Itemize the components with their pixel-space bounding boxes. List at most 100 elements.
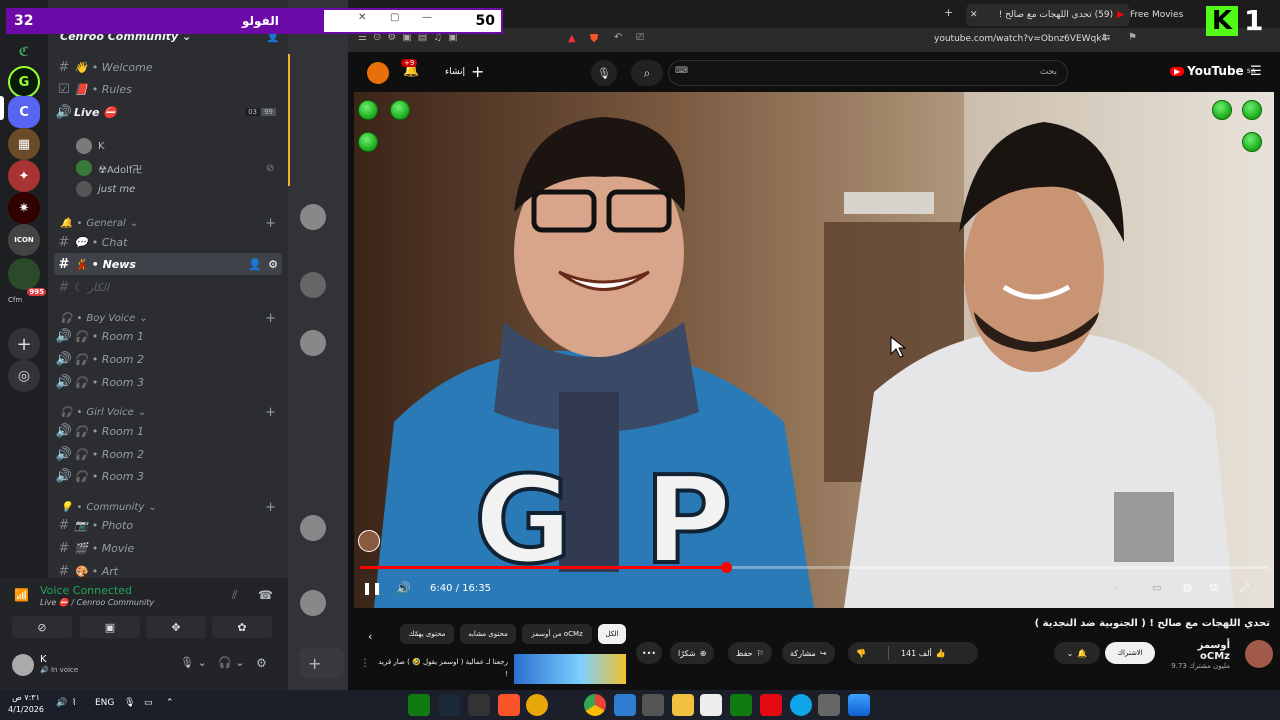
voice-connected-channel[interactable]: Live ⛔ / Cenroo Community bbox=[40, 598, 154, 607]
voice-user-adolf[interactable]: ☢Adolf卍 ⊘ bbox=[76, 160, 274, 176]
app-icon[interactable] bbox=[642, 694, 664, 716]
miniplayer-icon[interactable]: ⧉ bbox=[1210, 578, 1218, 598]
share-button[interactable]: مشاركة ↪ bbox=[782, 642, 835, 664]
voice-room-boy-1[interactable]: 🔊 🎧 • Room 1 bbox=[54, 325, 282, 347]
maximize-icon[interactable]: ▢ bbox=[390, 12, 399, 23]
like-count[interactable]: 141 ألف bbox=[901, 649, 932, 658]
netflix-app-icon[interactable] bbox=[760, 694, 782, 716]
category-girl-voice[interactable]: 🎧 • Girl Voice ⌄ bbox=[60, 407, 146, 418]
more-actions-button[interactable]: ••• bbox=[636, 642, 662, 664]
menu-icon[interactable]: ☰ bbox=[1250, 64, 1262, 79]
voice-room-girl-3[interactable]: 🔊 🎧 • Room 3 bbox=[54, 465, 282, 487]
edge-app-icon[interactable] bbox=[790, 694, 812, 716]
settings-app-icon[interactable] bbox=[818, 694, 840, 716]
server-icon-anime[interactable]: ✦ bbox=[8, 160, 40, 192]
save-button[interactable]: حفظ ⚐ bbox=[728, 642, 772, 664]
video-player[interactable]: G P ❚❚ 🔊 6:40 / 16:35 ⏸ ▭ ⚙ ⧉ ⤢ bbox=[354, 92, 1274, 608]
chip-similar[interactable]: محتوى مشابه bbox=[460, 624, 516, 644]
user-avatar[interactable] bbox=[12, 654, 34, 676]
chips-prev-icon[interactable]: ‹ bbox=[368, 630, 372, 643]
channel-movie[interactable]: # 🎬 • Movie bbox=[54, 537, 282, 559]
channel-avatar[interactable] bbox=[1245, 640, 1273, 668]
url-text[interactable]: youtube.com/watch?v=Obnz6VEWqk4 bbox=[934, 34, 1107, 44]
tab-youtube[interactable]: ✕ (59) تحدي اللهجات مع صالح ! ( ▶ bbox=[966, 4, 1130, 26]
settings-icon[interactable]: ⚙ bbox=[1182, 578, 1193, 598]
server-icon-gray[interactable]: ICON bbox=[8, 224, 40, 256]
voice-user-justme[interactable]: just me bbox=[76, 181, 135, 197]
progress-bar[interactable] bbox=[360, 562, 1268, 573]
user-settings-icon[interactable]: ⚙ bbox=[256, 656, 267, 670]
explore-icon[interactable]: ◎ bbox=[8, 360, 40, 392]
channel-art[interactable]: # 🎨 • Art bbox=[54, 560, 282, 579]
autoplay-toggle[interactable]: ⏸ bbox=[1114, 578, 1119, 598]
app-icon[interactable] bbox=[614, 694, 636, 716]
search-input[interactable]: ⌨ بحث bbox=[668, 60, 1068, 86]
mic-icon[interactable]: 🎙 bbox=[124, 698, 135, 708]
noise-suppression-icon[interactable]: ⫽ bbox=[232, 588, 237, 603]
category-community[interactable]: 💡 • Community ⌄ bbox=[60, 502, 157, 513]
disconnect-icon[interactable]: ☎ bbox=[258, 588, 273, 602]
file-explorer-icon[interactable] bbox=[672, 694, 694, 716]
extension-icon[interactable]: ▲ bbox=[568, 33, 576, 44]
tab-free-movies[interactable]: Free Movies bbox=[1124, 4, 1189, 26]
chrome-app-icon[interactable] bbox=[584, 694, 606, 716]
thanks-button[interactable]: شكرًا ⊕ bbox=[670, 642, 715, 664]
chip-from-channel[interactable]: من أوسمز oCMz bbox=[522, 624, 592, 644]
channel-rules[interactable]: ☑ 📕 • Rules bbox=[54, 78, 282, 100]
display-icon[interactable]: ▭ bbox=[144, 698, 153, 708]
clock[interactable]: ٧:٣١ ص 4/1/2026 bbox=[6, 692, 46, 716]
server-icon-red[interactable]: ✷ bbox=[8, 192, 40, 224]
chat-avatar[interactable] bbox=[300, 515, 326, 541]
channel-news[interactable]: # 💃 • News 👤 ⚙ bbox=[54, 253, 282, 275]
pause-button[interactable]: ❚❚ bbox=[362, 578, 382, 598]
share-url-icon[interactable]: ⇆ bbox=[1102, 32, 1110, 43]
channel-welcome[interactable]: # 👋 • Welcome bbox=[54, 56, 282, 78]
brave-shield-icon[interactable]: ⛊ bbox=[590, 32, 598, 46]
mic-icon[interactable]: 🎙 ⌄ bbox=[180, 656, 207, 669]
search-button[interactable]: ⌕ bbox=[631, 60, 663, 86]
voice-search-button[interactable]: 🎙 bbox=[591, 60, 617, 86]
camera-off-button[interactable]: ⊘ bbox=[12, 616, 72, 638]
chip-all[interactable]: الكل bbox=[598, 624, 626, 644]
close-tab-icon[interactable]: ✕ bbox=[970, 10, 978, 20]
subtitles-icon[interactable]: ▭ bbox=[1152, 578, 1161, 598]
steam-app-icon[interactable] bbox=[438, 694, 460, 716]
brave-app-icon[interactable] bbox=[498, 694, 520, 716]
store-app-icon[interactable] bbox=[700, 694, 722, 716]
add-channel-icon[interactable]: + bbox=[265, 311, 276, 326]
server-icon-cenroo[interactable]: C bbox=[8, 96, 40, 128]
minimize-icon[interactable]: — bbox=[422, 12, 432, 23]
channel-info[interactable]: أوسمز oCMz 9.73 مليون مشترك bbox=[1170, 640, 1230, 670]
chip-for-you[interactable]: محتوى يهمّك bbox=[400, 624, 454, 644]
activities-button[interactable]: ✥ bbox=[146, 616, 206, 638]
channel-watermark[interactable] bbox=[358, 530, 380, 552]
notifications-button[interactable]: +9 🔔 bbox=[401, 59, 419, 78]
server-icon-green[interactable]: ℭ bbox=[8, 36, 40, 68]
channel-photo[interactable]: # 📷 • Photo bbox=[54, 514, 282, 536]
voice-room-girl-2[interactable]: 🔊 🎧 • Room 2 bbox=[54, 443, 282, 465]
related-more-icon[interactable]: ⋮ bbox=[360, 658, 370, 669]
add-channel-icon[interactable]: + bbox=[265, 500, 276, 515]
chevron-up-icon[interactable]: ⌃ bbox=[166, 698, 174, 708]
screen-share-button[interactable]: ▣ bbox=[80, 616, 140, 638]
keyboard-icon[interactable]: ⌨ bbox=[675, 66, 688, 76]
add-channel-icon[interactable]: + bbox=[265, 405, 276, 420]
server-icon-badge[interactable]: 995 bbox=[8, 258, 46, 296]
invite-icon[interactable]: 👤 bbox=[248, 258, 262, 271]
bookmark-icon[interactable]: ⚑ bbox=[1128, 32, 1137, 43]
new-tab-icon[interactable]: + bbox=[944, 6, 953, 19]
add-channel-icon[interactable]: + bbox=[265, 216, 276, 231]
dislike-icon[interactable]: 👎 bbox=[856, 649, 866, 658]
close-icon[interactable]: ✕ bbox=[358, 12, 366, 23]
server-icon-minecraft[interactable]: ▦ bbox=[8, 128, 40, 160]
xbox-app-icon[interactable] bbox=[730, 694, 752, 716]
subscribe-button[interactable]: الاشتراك bbox=[1105, 642, 1155, 664]
app-icon[interactable] bbox=[526, 694, 548, 716]
chat-avatar[interactable] bbox=[300, 590, 326, 616]
gear-icon[interactable]: ⚙ bbox=[268, 258, 278, 271]
voice-user-k[interactable]: K bbox=[76, 138, 105, 154]
notification-bell-button[interactable]: ⌄ 🔔 bbox=[1054, 642, 1100, 664]
windows-start-icon[interactable] bbox=[848, 694, 870, 716]
language-indicator[interactable]: ENG bbox=[95, 698, 114, 708]
server-icon-g[interactable]: G bbox=[8, 66, 40, 98]
